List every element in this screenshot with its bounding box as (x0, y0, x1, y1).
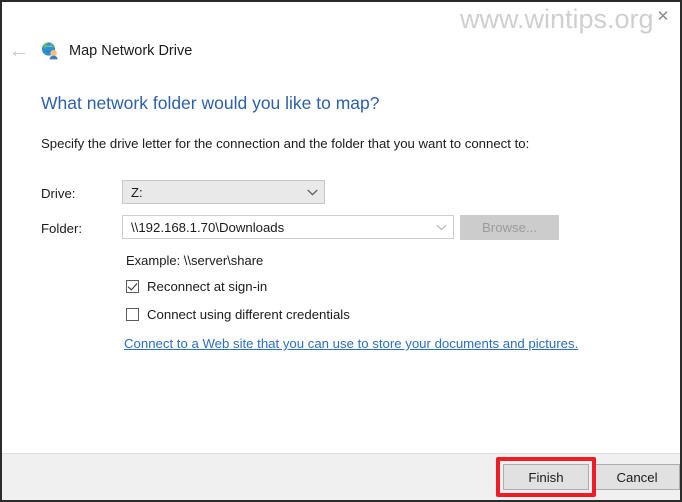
dialog-footer: Finish Cancel (2, 453, 680, 500)
drive-selected-value: Z: (131, 184, 143, 200)
dialog-title-bar: ← Map Network Drive (2, 36, 680, 66)
close-icon[interactable]: ✕ (652, 6, 674, 26)
folder-value: \\192.168.1.70\Downloads (131, 219, 285, 235)
chevron-down-icon[interactable] (429, 223, 453, 231)
page-title: What network folder would you like to ma… (41, 93, 380, 113)
drive-label: Drive: (41, 186, 76, 201)
folder-input[interactable]: \\192.168.1.70\Downloads (122, 215, 454, 239)
checkbox-box[interactable] (126, 308, 139, 321)
example-path-hint: Example: \\server\share (126, 253, 264, 268)
chevron-down-icon (300, 188, 324, 196)
connect-different-credentials-checkbox[interactable]: Connect using different credentials (126, 307, 350, 322)
reconnect-at-signin-checkbox[interactable]: Reconnect at sign-in (126, 279, 267, 294)
page-description: Specify the drive letter for the connect… (41, 136, 530, 151)
back-arrow-icon[interactable]: ← (2, 40, 36, 63)
checkbox-label: Reconnect at sign-in (147, 279, 268, 294)
checkbox-label: Connect using different credentials (147, 307, 350, 322)
checkbox-box[interactable] (126, 280, 139, 293)
map-network-drive-window: www.wintips.org ✕ ← Map Network Drive Wh… (0, 0, 682, 502)
network-drive-icon (40, 41, 60, 61)
browse-button[interactable]: Browse... (460, 215, 559, 240)
dialog-title: Map Network Drive (69, 43, 193, 59)
cancel-button[interactable]: Cancel (594, 464, 680, 490)
site-watermark: www.wintips.org (460, 4, 654, 34)
connect-to-website-link[interactable]: Connect to a Web site that you can use t… (124, 336, 578, 351)
finish-button[interactable]: Finish (503, 464, 589, 490)
folder-label: Folder: (41, 221, 83, 236)
drive-select[interactable]: Z: (122, 180, 325, 204)
